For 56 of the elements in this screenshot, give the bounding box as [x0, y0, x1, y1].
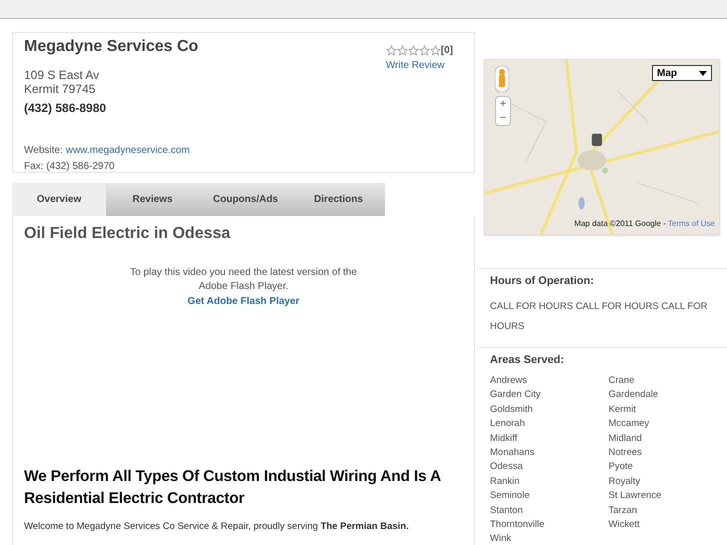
zoom-in-button[interactable]: +	[496, 97, 510, 111]
map-attribution: Map data ©2011 Google -	[574, 218, 666, 230]
terms-link[interactable]: Terms of Use	[668, 218, 715, 230]
area-name: Midland	[608, 432, 643, 446]
flash-message: To play this video you need the latest version of the Adobe Flash Player.	[129, 266, 358, 294]
flash-player-link[interactable]: Get Adobe Flash Player	[188, 294, 300, 309]
street-address: 109 S East Av	[24, 68, 100, 82]
areas-title: Areas Served:	[490, 352, 565, 368]
website-label: Website:	[24, 144, 63, 158]
area-name: Lenorah	[490, 417, 526, 432]
phone-number: (432) 586-8980	[24, 100, 108, 117]
city-zip: Kermit 79745	[24, 82, 96, 96]
map-type-select[interactable]: Map	[652, 65, 712, 81]
tab[interactable]: Overview	[12, 183, 106, 216]
area-name: Notrees	[608, 446, 643, 460]
hours-text: CALL FOR HOURS CALL FOR HOURS CALL FOR HOURS	[490, 300, 708, 334]
star-icon	[418, 45, 430, 56]
tab[interactable]: Coupons/Ads	[199, 183, 292, 216]
star-icon	[430, 45, 441, 56]
tab[interactable]: Reviews	[106, 183, 199, 216]
area-name: Crane	[608, 374, 636, 388]
area-name: Seminole	[490, 489, 531, 504]
area-name: St Lawrence	[608, 489, 662, 504]
area-name: Midkiff	[490, 432, 518, 446]
area-name: Royalty	[608, 474, 642, 489]
write-review-link[interactable]: Write Review	[386, 58, 444, 73]
area-name: Odessa	[490, 460, 524, 474]
welcome-text: Welcome to Megadyne Services Co Service & Repair, proudly serving The Permian Basin.	[24, 520, 410, 534]
tab[interactable]: Directions	[292, 183, 385, 216]
area-name: Mccamey	[608, 417, 650, 432]
hours-title: Hours of Operation:	[490, 274, 595, 289]
star-icon	[396, 45, 408, 56]
zoom-out-button[interactable]: −	[496, 111, 510, 125]
pegman-icon[interactable]	[495, 66, 509, 92]
area-name: Kermit	[608, 402, 637, 417]
website-link[interactable]: www.megadyneservice.com	[66, 143, 190, 158]
area-name: Andrews	[490, 374, 528, 388]
subheading: We Perform All Types Of Custom Industial Wiring And Is A Residential Electric Contractor	[24, 467, 442, 509]
star-icon	[408, 45, 419, 56]
area-name: Tarzan	[608, 504, 638, 518]
area-name: Stanton	[490, 504, 524, 518]
area-name: Monahans	[490, 446, 536, 460]
area-name: Pyote	[608, 460, 634, 474]
area-name: Wickett	[608, 518, 641, 532]
area-name: Wink	[490, 532, 512, 545]
review-count: [0]	[440, 44, 453, 58]
section-heading: Oil Field Electric in Odessa	[24, 224, 232, 244]
caret-icon	[699, 70, 707, 76]
fax-number: Fax: (432) 586-2970	[24, 160, 116, 174]
star-icon	[386, 45, 397, 56]
area-name: Thorntonville	[490, 518, 546, 532]
area-name: Goldsmith	[490, 402, 534, 417]
area-name: Rankin	[490, 474, 521, 489]
area-name: Gardendale	[608, 388, 660, 402]
business-name: Megadyne Services Co	[24, 37, 198, 57]
area-name: Garden City	[490, 388, 542, 402]
